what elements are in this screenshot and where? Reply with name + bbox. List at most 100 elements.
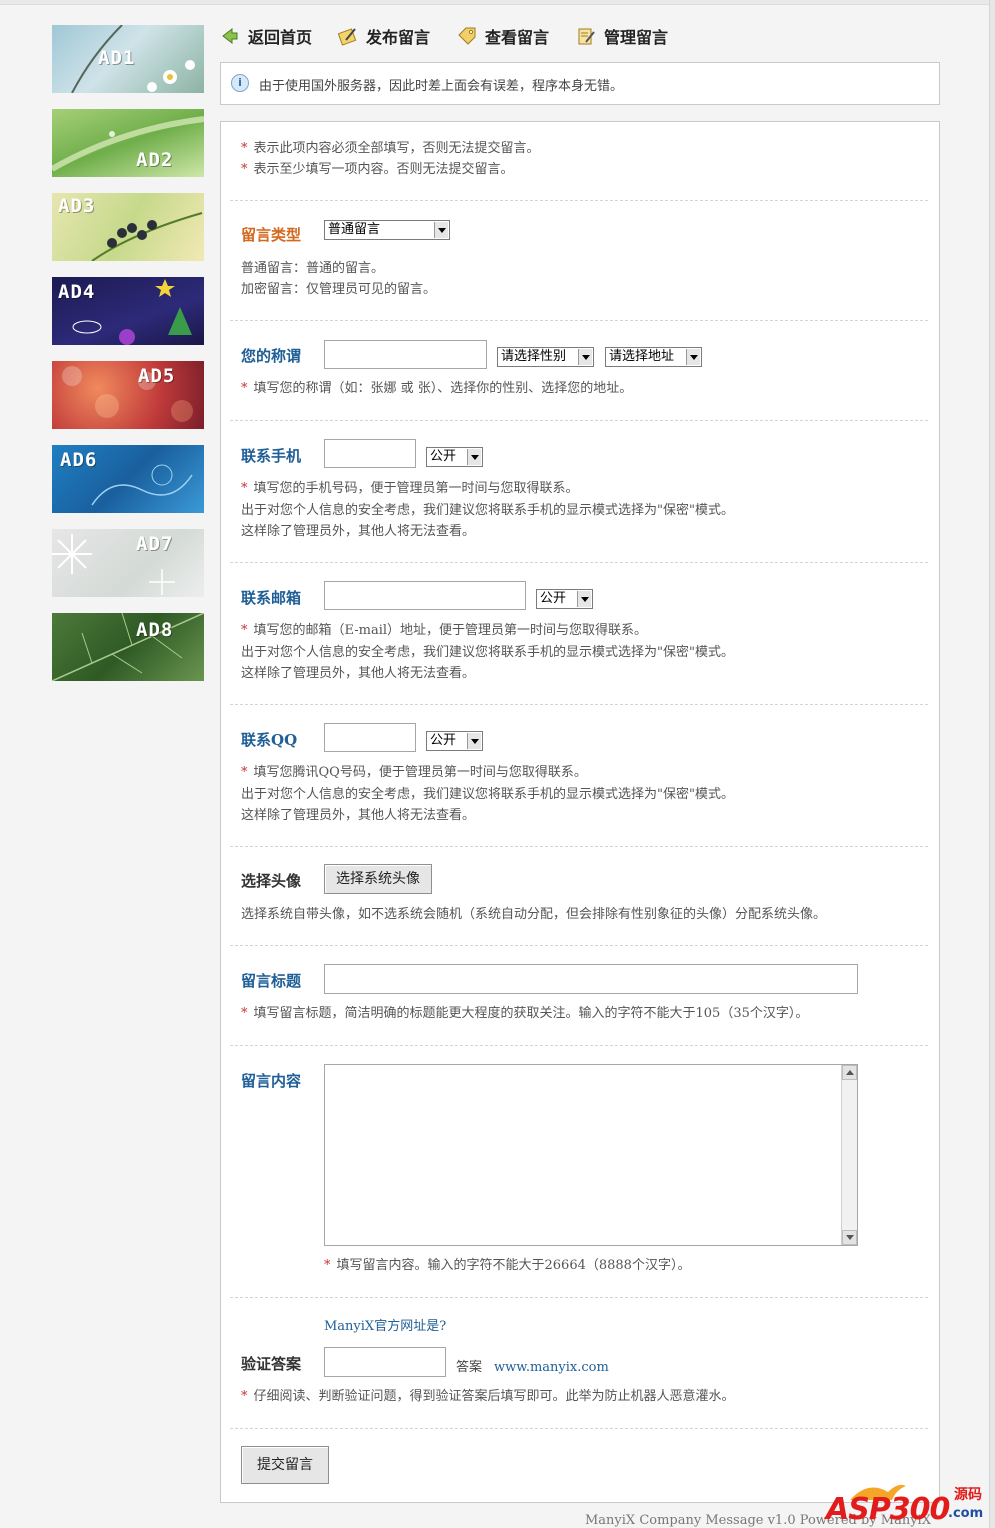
nav-manage-link[interactable]: 管理留言 xyxy=(576,24,668,48)
nickname-label: 您的称谓 xyxy=(241,347,302,365)
ad-sidebar: AD1 AD2 AD3 AD4 AD5 AD6 AD7 AD8 xyxy=(52,25,204,697)
verify-label: 验证答案 xyxy=(241,1355,302,1373)
nav-post-link[interactable]: 发布留言 xyxy=(338,24,430,48)
nickname-input[interactable] xyxy=(324,340,487,369)
scroll-down-icon[interactable] xyxy=(842,1230,857,1245)
avatar-hint: 选择系统自带头像，如不选系统会随机（系统自动分配，但会排除有性别象征的头像）分配… xyxy=(241,907,827,922)
divider xyxy=(230,1428,928,1429)
mobile-input[interactable] xyxy=(324,439,416,468)
qq-visibility-select[interactable]: 公开 xyxy=(426,731,483,751)
ad-label: AD4 xyxy=(58,281,96,303)
ad-banner-7[interactable]: AD7 xyxy=(52,529,204,597)
tag-icon xyxy=(458,27,476,45)
ad-banner-5[interactable]: AD5 xyxy=(52,361,204,429)
nav-home-link[interactable]: 返回首页 xyxy=(220,24,312,48)
ad-label: AD7 xyxy=(136,533,174,555)
ad-banner-6[interactable]: AD6 xyxy=(52,445,204,513)
ad-label: AD3 xyxy=(58,195,96,217)
title-label: 留言标题 xyxy=(241,972,302,990)
top-border xyxy=(0,0,990,5)
notice-bar: i 由于使用国外服务器，因此时差上面会有误差，程序本身无错。 xyxy=(220,62,940,105)
title-input[interactable] xyxy=(324,964,858,994)
watermark-sub: 源码 xyxy=(954,1487,982,1503)
verify-hint: * 仔细阅读、判断验证问题，得到验证答案后填写即可。此举为防止机器人恶意灌水。 xyxy=(241,1389,735,1404)
qq-hint-3: 这样除了管理员外，其他人将无法查看。 xyxy=(241,808,476,823)
avatar-label: 选择头像 xyxy=(241,872,302,890)
nickname-hint: * 填写您的称谓（如：张娜 或 张）、选择你的性别、选择您的地址。 xyxy=(241,381,633,396)
type-hint-normal: 普通留言：普通的留言。 xyxy=(241,261,385,276)
divider xyxy=(230,1297,928,1298)
divider xyxy=(230,562,928,563)
content-hint: * 填写留言内容。输入的字符不能大于26664（8888个汉字）。 xyxy=(324,1258,691,1273)
qq-input[interactable] xyxy=(324,723,416,752)
ad-label: AD1 xyxy=(98,47,136,69)
choose-avatar-button[interactable]: 选择系统头像 xyxy=(324,864,432,894)
nav-view-link[interactable]: 查看留言 xyxy=(457,24,549,48)
address-select[interactable]: 请选择地址 xyxy=(605,347,702,367)
watermark-com: .com xyxy=(948,1506,984,1521)
leaf-decoration-icon xyxy=(52,116,204,172)
nav-post-label: 发布留言 xyxy=(366,28,431,47)
ad-banner-4[interactable]: AD4 xyxy=(52,277,204,345)
dropdown-arrow-icon xyxy=(686,349,700,365)
email-visibility-select[interactable]: 公开 xyxy=(536,589,593,609)
page-scroll-edge xyxy=(989,0,995,1528)
ad-banner-1[interactable]: AD1 xyxy=(52,25,204,93)
qq-hint-1: * 填写您腾讯QQ号码，便于管理员第一时间与您取得联系。 xyxy=(241,765,587,780)
notice-text: 由于使用国外服务器，因此时差上面会有误差，程序本身无错。 xyxy=(259,79,624,94)
dropdown-arrow-icon xyxy=(467,733,481,749)
divider xyxy=(230,420,928,421)
pencil-note-icon xyxy=(338,28,357,46)
submit-button[interactable]: 提交留言 xyxy=(241,1446,329,1484)
type-label: 留言类型 xyxy=(241,226,302,244)
dropdown-arrow-icon xyxy=(577,591,591,607)
nav-view-label: 查看留言 xyxy=(485,28,550,47)
edit-document-icon xyxy=(578,28,595,45)
verify-answer-input[interactable] xyxy=(324,1347,446,1377)
ad-label: AD6 xyxy=(60,449,98,471)
email-hint-3: 这样除了管理员外，其他人将无法查看。 xyxy=(241,666,476,681)
content-textarea[interactable] xyxy=(324,1064,858,1246)
type-hint-private: 加密留言：仅管理员可见的留言。 xyxy=(241,282,437,297)
divider xyxy=(230,846,928,847)
legend-required: * 表示此项内容必须全部填写，否则无法提交留言。 xyxy=(241,141,540,156)
bokeh-decoration-icon xyxy=(62,366,193,422)
back-arrow-icon xyxy=(222,27,238,45)
dropdown-arrow-icon xyxy=(578,349,592,365)
divider xyxy=(230,200,928,201)
textarea-scrollbar[interactable] xyxy=(841,1065,857,1245)
divider xyxy=(230,945,928,946)
qq-label: 联系QQ xyxy=(241,731,298,749)
watermark-text: ASP300 xyxy=(826,1492,950,1527)
snowflake-decoration-icon xyxy=(52,534,175,595)
dropdown-arrow-icon xyxy=(434,222,448,238)
divider xyxy=(230,1045,928,1046)
mobile-hint-1: * 填写您的手机号码，便于管理员第一时间与您取得联系。 xyxy=(241,481,579,496)
ad-banner-2[interactable]: AD2 xyxy=(52,109,204,177)
legend-at-least-one: * 表示至少填写一项内容。否则无法提交留言。 xyxy=(241,162,514,177)
dropdown-arrow-icon xyxy=(467,449,481,465)
divider xyxy=(230,320,928,321)
gender-select[interactable]: 请选择性别 xyxy=(497,347,594,367)
answer-text: www.manyix.com xyxy=(494,1360,609,1375)
content-label: 留言内容 xyxy=(241,1072,302,1090)
email-hint-2: 出于对您个人信息的安全考虑，我们建议您将联系手机的显示模式选择为"保密"模式。 xyxy=(241,645,734,660)
ad-banner-8[interactable]: AD8 xyxy=(52,613,204,681)
ad-banner-3[interactable]: AD3 xyxy=(52,193,204,261)
mobile-hint-2: 出于对您个人信息的安全考虑，我们建议您将联系手机的显示模式选择为"保密"模式。 xyxy=(241,503,734,518)
ad-label: AD5 xyxy=(138,365,176,387)
email-input[interactable] xyxy=(324,581,526,610)
scroll-up-icon[interactable] xyxy=(842,1065,857,1080)
watermark-logo: ASP300 源码 .com xyxy=(826,1480,991,1528)
ad-label: AD8 xyxy=(136,619,174,641)
answer-label: 答案 xyxy=(456,1360,483,1375)
nav-home-label: 返回首页 xyxy=(248,28,313,47)
type-select[interactable]: 普通留言 xyxy=(324,220,450,240)
title-hint: * 填写留言标题，简洁明确的标题能更大程度的获取关注。输入的字符不能大于105（3… xyxy=(241,1006,809,1021)
mobile-hint-3: 这样除了管理员外，其他人将无法查看。 xyxy=(241,524,476,539)
mobile-visibility-select[interactable]: 公开 xyxy=(426,447,483,467)
divider xyxy=(230,704,928,705)
email-label: 联系邮箱 xyxy=(241,589,302,607)
leaf-vein-decoration-icon xyxy=(52,613,204,681)
ad-label: AD2 xyxy=(136,149,174,171)
